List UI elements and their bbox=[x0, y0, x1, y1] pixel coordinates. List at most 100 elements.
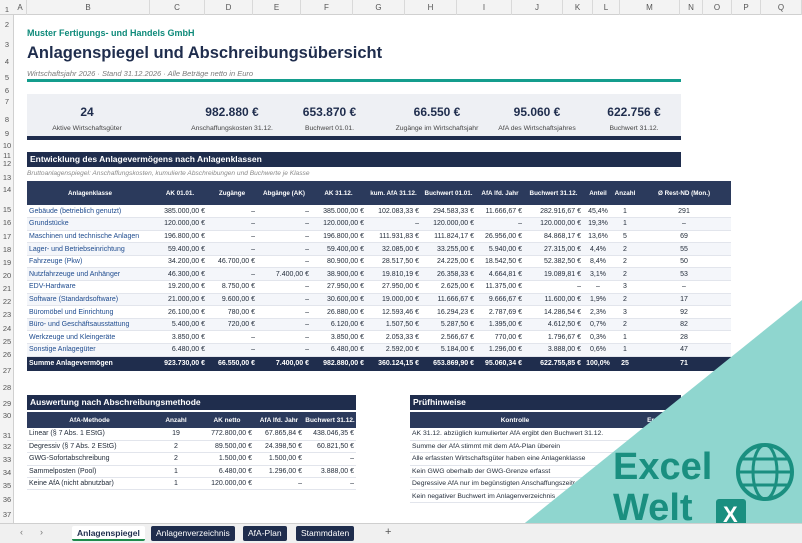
column-header[interactable]: G bbox=[353, 0, 405, 15]
table-cell[interactable]: EDV-Hardware bbox=[27, 280, 153, 294]
table-cell[interactable]: 2.566,67 € bbox=[421, 330, 476, 345]
table-cell[interactable]: – bbox=[257, 330, 311, 345]
table-cell[interactable]: 6.480,00 € bbox=[311, 343, 366, 357]
table-row[interactable]: Fahrzeuge (Pkw) 34.200,00 €46.700,00 € –80… bbox=[27, 255, 731, 269]
table-row[interactable]: GWG-Sofortabschreibung 2 1.500,00 €1.500,0… bbox=[27, 452, 356, 466]
table-cell[interactable]: 27.315,00 € bbox=[524, 242, 583, 256]
table-cell[interactable]: 3,1% bbox=[583, 267, 613, 282]
check-result[interactable] bbox=[620, 489, 681, 503]
table-cell[interactable]: Sammelposten (Pool) bbox=[27, 465, 152, 479]
table-cell[interactable]: Lager- und Betriebseinrichtung bbox=[27, 242, 153, 256]
row-header[interactable]: 33 bbox=[0, 455, 14, 464]
check-text[interactable]: Degressive AfA nur im begünstigten Ansch… bbox=[410, 477, 620, 491]
column-header[interactable]: E bbox=[253, 0, 301, 15]
table-cell[interactable]: 21.000,00 € bbox=[153, 293, 207, 307]
table-row[interactable]: Degressiv (§ 7 Abs. 2 EStG) 2 89.500,00 €2… bbox=[27, 440, 356, 454]
table-cell[interactable]: – bbox=[257, 230, 311, 244]
table-cell[interactable]: – bbox=[304, 452, 356, 466]
table-cell[interactable]: 2.053,33 € bbox=[366, 330, 421, 345]
table-cell[interactable]: Büro- und Geschäftsausstattung bbox=[27, 318, 153, 332]
table-cell[interactable]: 55 bbox=[637, 242, 731, 256]
table-cell[interactable]: 4,4% bbox=[583, 242, 613, 256]
total-cell[interactable]: 25 bbox=[613, 356, 637, 372]
table-cell[interactable]: 11.375,00 € bbox=[476, 280, 524, 294]
table-cell[interactable]: Grundstücke bbox=[27, 217, 153, 231]
table-cell[interactable]: GWG-Sofortabschreibung bbox=[27, 452, 152, 466]
table-cell[interactable]: 291 bbox=[637, 205, 731, 219]
table-cell[interactable]: 2 bbox=[613, 293, 637, 307]
column-header[interactable]: N bbox=[680, 0, 703, 15]
table-row[interactable]: Werkzeuge und Kleingeräte 3.850,00 € – –3.8… bbox=[27, 330, 731, 345]
tab-stammdaten[interactable]: Stammdaten bbox=[296, 526, 355, 541]
table-cell[interactable]: 2 bbox=[613, 255, 637, 269]
column-header[interactable]: L bbox=[593, 0, 620, 15]
table-cell[interactable]: – bbox=[637, 217, 731, 231]
table-cell[interactable]: Keine AfA (nicht abnutzbar) bbox=[27, 477, 152, 491]
table-cell[interactable]: 32.085,00 € bbox=[366, 242, 421, 256]
table-cell[interactable]: 772.800,00 € bbox=[200, 428, 254, 441]
table-cell[interactable]: 0,7% bbox=[583, 318, 613, 332]
table-cell[interactable]: – bbox=[476, 217, 524, 231]
table-cell[interactable]: 2.625,00 € bbox=[421, 280, 476, 294]
table-row[interactable]: Summe der AfA stimmt mit dem AfA-Plan üb… bbox=[410, 440, 681, 454]
table-cell[interactable]: 2 bbox=[152, 440, 200, 454]
row-header[interactable]: 4 bbox=[0, 57, 14, 66]
table-cell[interactable]: 120.000,00 € bbox=[311, 217, 366, 231]
table-cell[interactable]: 27.950,00 € bbox=[311, 280, 366, 294]
table-cell[interactable]: 111.824,17 € bbox=[421, 230, 476, 244]
table-row[interactable]: Büro- und Geschäftsausstattung 5.400,00 €… bbox=[27, 318, 731, 332]
tab-anlagenverzeichnis[interactable]: Anlagenverzeichnis bbox=[151, 526, 235, 541]
column-header[interactable]: C bbox=[150, 0, 205, 15]
row-header[interactable]: 7 bbox=[0, 97, 14, 106]
table-cell[interactable]: – bbox=[207, 343, 257, 357]
table-cell[interactable]: – bbox=[257, 318, 311, 332]
table-cell[interactable]: 120.000,00 € bbox=[421, 217, 476, 231]
table-cell[interactable]: 16.294,23 € bbox=[421, 305, 476, 319]
table-cell[interactable]: 24.398,50 € bbox=[254, 440, 304, 454]
table-cell[interactable]: 196.800,00 € bbox=[153, 230, 207, 244]
tab-scroll-right-icon[interactable]: › bbox=[40, 527, 43, 537]
column-header[interactable]: P bbox=[732, 0, 761, 15]
table-cell[interactable]: 27.950,00 € bbox=[366, 280, 421, 294]
table-cell[interactable]: 19.089,81 € bbox=[524, 267, 583, 282]
table-cell[interactable]: 1.507,50 € bbox=[366, 318, 421, 332]
table-cell[interactable]: – bbox=[366, 217, 421, 231]
table-cell[interactable]: 5.400,00 € bbox=[153, 318, 207, 332]
table-cell[interactable]: 120.000,00 € bbox=[524, 217, 583, 231]
table-cell[interactable]: 19 bbox=[152, 428, 200, 441]
row-header[interactable]: 25 bbox=[0, 337, 14, 346]
table-cell[interactable]: 6.480,00 € bbox=[153, 343, 207, 357]
row-header[interactable]: 2 bbox=[0, 20, 14, 29]
table-cell[interactable]: 19,3% bbox=[583, 217, 613, 231]
table-cell[interactable]: 12.593,46 € bbox=[366, 305, 421, 319]
table-cell[interactable]: 26.880,00 € bbox=[311, 305, 366, 319]
table-cell[interactable]: – bbox=[257, 205, 311, 219]
table-row[interactable]: Degressive AfA nur im begünstigten Ansch… bbox=[410, 477, 681, 491]
table-cell[interactable]: Sonstige Anlagegüter bbox=[27, 343, 153, 357]
table-cell[interactable]: 294.583,33 € bbox=[421, 205, 476, 219]
table-cell[interactable]: 0,3% bbox=[583, 330, 613, 345]
table-cell[interactable]: 11.666,67 € bbox=[476, 205, 524, 219]
column-header[interactable]: A bbox=[14, 0, 27, 15]
table-cell[interactable]: 5.287,50 € bbox=[421, 318, 476, 332]
table-cell[interactable]: 8,4% bbox=[583, 255, 613, 269]
row-header[interactable]: 26 bbox=[0, 350, 14, 359]
table-cell[interactable]: 59.400,00 € bbox=[153, 242, 207, 256]
row-header[interactable]: 3 bbox=[0, 40, 14, 49]
check-result[interactable] bbox=[620, 452, 681, 466]
check-text[interactable]: Kein GWG oberhalb der GWG-Grenze erfasst bbox=[410, 465, 620, 479]
check-result[interactable] bbox=[620, 440, 681, 454]
table-cell[interactable]: 3 bbox=[613, 305, 637, 319]
table-cell[interactable]: 4.612,50 € bbox=[524, 318, 583, 332]
row-header[interactable]: 15 bbox=[0, 205, 14, 214]
table-row[interactable]: AK 31.12. abzüglich kumulierter AfA ergi… bbox=[410, 428, 681, 441]
table-cell[interactable]: Software (Standardsoftware) bbox=[27, 293, 153, 307]
table-cell[interactable]: Büromöbel und Einrichtung bbox=[27, 305, 153, 319]
row-header[interactable]: 20 bbox=[0, 271, 14, 280]
row-header[interactable]: 5 bbox=[0, 73, 14, 82]
table-cell[interactable]: 33.255,00 € bbox=[421, 242, 476, 256]
check-text[interactable]: Kein negativer Buchwert im Anlagenverzei… bbox=[410, 489, 620, 503]
table-cell[interactable]: – bbox=[257, 255, 311, 269]
table-cell[interactable]: 111.931,83 € bbox=[366, 230, 421, 244]
table-cell[interactable]: 34.200,00 € bbox=[153, 255, 207, 269]
